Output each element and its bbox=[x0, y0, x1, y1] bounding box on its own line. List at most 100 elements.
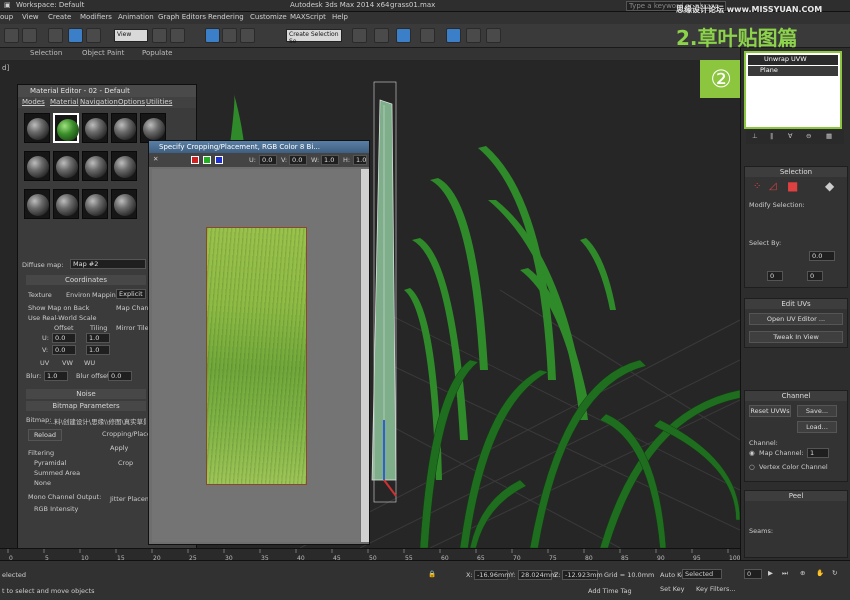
rgb-intensity-radio[interactable]: RGB Intensity bbox=[34, 505, 78, 513]
menu-modifiers[interactable]: Modifiers bbox=[80, 13, 112, 21]
crop-radio[interactable]: Crop bbox=[118, 459, 133, 467]
render-icon[interactable] bbox=[486, 28, 501, 43]
polygon-mode-icon[interactable]: ■ bbox=[787, 179, 798, 193]
material-slot[interactable] bbox=[82, 113, 108, 143]
blur-field[interactable]: 1.0 bbox=[44, 371, 68, 381]
percent-snap-icon[interactable] bbox=[240, 28, 255, 43]
map-channel-field[interactable]: 1 bbox=[807, 448, 829, 458]
v-field[interactable]: 0.0 bbox=[289, 155, 307, 165]
play-icon[interactable]: ▶ bbox=[768, 569, 773, 577]
y-coordinate[interactable]: 28.024mm bbox=[518, 570, 556, 580]
current-frame-field[interactable]: 0 bbox=[744, 569, 762, 579]
open-uv-editor-button[interactable]: Open UV Editor ... bbox=[749, 313, 843, 325]
u-field[interactable]: 0.0 bbox=[259, 155, 277, 165]
material-slot[interactable] bbox=[111, 151, 137, 181]
vertex-color-radio[interactable]: ○ bbox=[749, 463, 755, 471]
peel-header[interactable]: Peel bbox=[745, 491, 847, 501]
key-filters-button[interactable]: Key Filters... bbox=[696, 585, 736, 593]
grass-texture-image[interactable] bbox=[206, 227, 307, 485]
map-channel-radio[interactable]: ◉ bbox=[749, 449, 755, 457]
mapping-select[interactable]: Explicit Map C bbox=[116, 289, 146, 299]
show-map-on-back-checkbox[interactable]: Show Map on Back bbox=[28, 304, 89, 312]
bitmap-parameters-header[interactable]: Bitmap Parameters bbox=[26, 401, 146, 411]
menu-animation[interactable]: Animation bbox=[118, 13, 154, 21]
summed-area-radio[interactable]: Summed Area bbox=[34, 469, 80, 477]
workspace-label[interactable]: Workspace: Default bbox=[16, 1, 84, 9]
material-slot-active[interactable] bbox=[53, 113, 79, 143]
pin-stack-icon[interactable]: ⊥ bbox=[752, 132, 758, 140]
wu-radio[interactable]: WU bbox=[84, 359, 95, 367]
curve-editor-icon[interactable] bbox=[420, 28, 435, 43]
smoothing-field[interactable]: 0 bbox=[767, 271, 783, 281]
x-coordinate[interactable]: -16.96mm bbox=[474, 570, 511, 580]
menu-view[interactable]: View bbox=[22, 13, 39, 21]
material-id-field[interactable]: 0 bbox=[807, 271, 823, 281]
material-slot[interactable] bbox=[53, 151, 79, 181]
environ-radio[interactable]: Environ bbox=[66, 291, 91, 299]
configure-sets-icon[interactable]: ▦ bbox=[826, 132, 832, 140]
zoom-icon[interactable]: ⊕ bbox=[800, 569, 805, 577]
menu-graph-editors[interactable]: Graph Editors bbox=[158, 13, 206, 21]
edit-uvs-header[interactable]: Edit UVs bbox=[745, 299, 847, 309]
select-by-name-icon[interactable] bbox=[86, 28, 101, 43]
move-icon[interactable] bbox=[152, 28, 167, 43]
material-slot[interactable] bbox=[24, 189, 50, 219]
map-name-field[interactable]: Map #2 bbox=[70, 259, 146, 269]
vw-radio[interactable]: VW bbox=[62, 359, 73, 367]
reference-coord-select[interactable]: View bbox=[114, 29, 148, 42]
uv-radio[interactable]: UV bbox=[40, 359, 49, 367]
edge-mode-icon[interactable]: ◿ bbox=[769, 181, 777, 192]
crop-scrollbar[interactable] bbox=[361, 169, 369, 542]
real-world-scale-checkbox[interactable]: Use Real-World Scale bbox=[28, 314, 97, 322]
texture-radio[interactable]: Texture bbox=[28, 291, 52, 299]
u-offset-field[interactable]: 0.0 bbox=[52, 333, 76, 343]
app-icon[interactable]: ▣ bbox=[4, 1, 11, 9]
set-key-button[interactable]: Set Key bbox=[660, 585, 685, 593]
tab-populate[interactable]: Populate bbox=[142, 49, 172, 57]
menu-options[interactable]: Options bbox=[118, 98, 145, 106]
w-field[interactable]: 1.0 bbox=[321, 155, 339, 165]
tab-object-paint[interactable]: Object Paint bbox=[82, 49, 124, 57]
noise-header[interactable]: Noise bbox=[26, 389, 146, 399]
timeline[interactable]: 0 5 10 15 20 25 30 35 40 45 50 55 60 65 70 75 80 85 90 95 10… bbox=[0, 548, 741, 562]
lock-icon[interactable]: 🔒 bbox=[428, 570, 436, 578]
angle-snap-icon[interactable] bbox=[222, 28, 237, 43]
key-mode-select[interactable]: Selected bbox=[682, 569, 722, 579]
menu-rendering[interactable]: Rendering bbox=[208, 13, 244, 21]
snap-toggle-icon[interactable] bbox=[205, 28, 220, 43]
tab-selection[interactable]: Selection bbox=[30, 49, 62, 57]
material-slot[interactable] bbox=[82, 151, 108, 181]
material-slot[interactable] bbox=[24, 113, 50, 143]
rotate-icon[interactable] bbox=[170, 28, 185, 43]
red-channel-icon[interactable] bbox=[191, 156, 199, 164]
material-slot[interactable] bbox=[111, 113, 137, 143]
u-tiling-field[interactable]: 1.0 bbox=[86, 333, 110, 343]
named-selection-set[interactable]: Create Selection Se bbox=[286, 29, 342, 45]
pan-icon[interactable]: ✋ bbox=[816, 569, 824, 577]
menu-group[interactable]: oup bbox=[0, 13, 13, 21]
align-icon[interactable] bbox=[374, 28, 389, 43]
orbit-icon[interactable]: ↻ bbox=[832, 569, 837, 577]
blur-offset-field[interactable]: 0.0 bbox=[108, 371, 132, 381]
menu-navigation[interactable]: Navigation bbox=[80, 98, 118, 106]
z-coordinate[interactable]: -12.923mm bbox=[562, 570, 603, 580]
next-frame-icon[interactable]: ⏭ bbox=[782, 569, 788, 578]
menu-help[interactable]: Help bbox=[332, 13, 348, 21]
green-channel-icon[interactable] bbox=[203, 156, 211, 164]
material-slot[interactable] bbox=[53, 189, 79, 219]
apply-checkbox[interactable]: Apply bbox=[110, 444, 128, 452]
v-tiling-field[interactable]: 1.0 bbox=[86, 345, 110, 355]
selection-header[interactable]: Selection bbox=[745, 167, 847, 177]
material-slot[interactable] bbox=[140, 113, 166, 143]
select-object-icon[interactable] bbox=[68, 28, 83, 43]
reset-uvws-button[interactable]: Reset UVWs bbox=[749, 405, 791, 417]
material-editor-icon[interactable] bbox=[446, 28, 461, 43]
mirror-icon[interactable] bbox=[352, 28, 367, 43]
crop-canvas[interactable] bbox=[152, 169, 360, 542]
coordinates-header[interactable]: Coordinates bbox=[26, 275, 146, 285]
show-end-result-icon[interactable]: ‖ bbox=[770, 132, 773, 140]
modifier-plane[interactable]: Plane bbox=[748, 66, 838, 76]
h-field[interactable]: 1.0 bbox=[353, 155, 367, 165]
save-uvw-button[interactable]: Save... bbox=[797, 405, 837, 417]
remove-modifier-icon[interactable]: ⊖ bbox=[806, 132, 811, 140]
